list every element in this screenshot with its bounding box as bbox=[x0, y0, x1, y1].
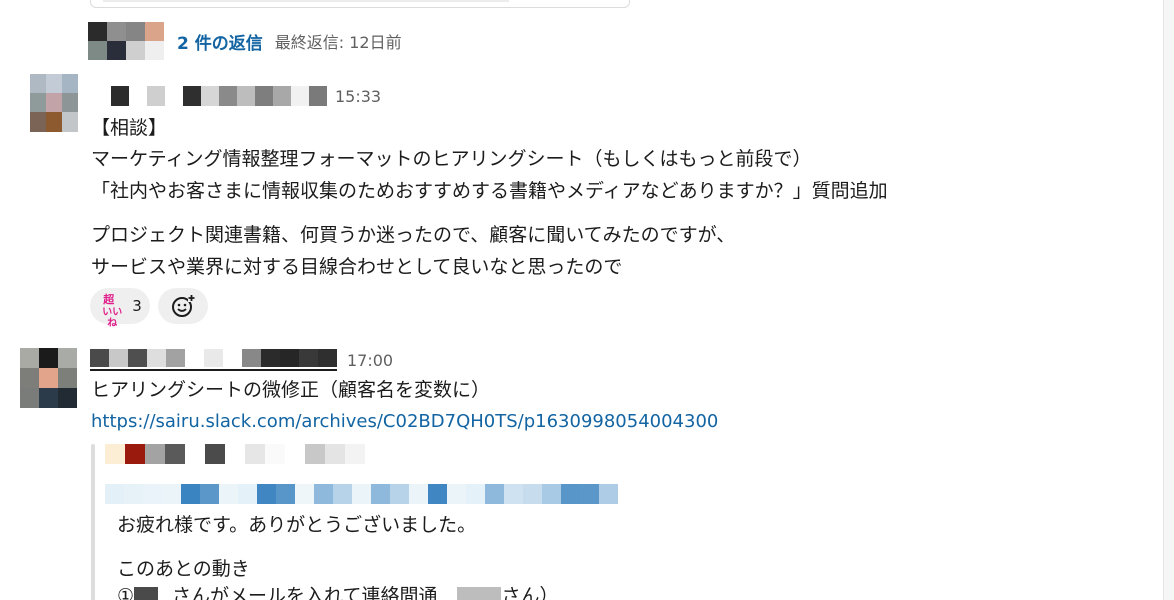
message-timestamp[interactable]: 15:33 bbox=[335, 87, 381, 106]
slack-message-pane: 2 件の返信 最終返信: 12日前 15:33 【相談】 マーケティング情報整理… bbox=[0, 0, 1174, 600]
quoted-text-line: このあとの動き bbox=[117, 558, 250, 580]
message-header: 17:00 bbox=[90, 348, 393, 372]
message-header: 15:33 bbox=[93, 84, 381, 108]
sender-name[interactable] bbox=[90, 349, 337, 371]
message-timestamp[interactable]: 17:00 bbox=[347, 351, 393, 370]
message-text-line: サービスや業界に対する目線合わせとして良いなと思ったので bbox=[91, 256, 623, 278]
thread-reply-count-link[interactable]: 2 件の返信 bbox=[177, 29, 263, 54]
quoted-sender-name[interactable] bbox=[105, 444, 365, 464]
cho-iine-emoji-icon: 超 いいね bbox=[102, 293, 123, 329]
message-text-line: マーケティング情報整理フォーマットのヒアリングシート（もしくはもっと前段で） bbox=[91, 148, 812, 170]
last-reply-time: 最終返信: 12日前 bbox=[274, 33, 402, 52]
reaction-pill[interactable]: 超 いいね 3 bbox=[90, 288, 150, 329]
message-text-line: 【相談】 bbox=[91, 117, 168, 139]
scrollbar[interactable] bbox=[1163, 0, 1174, 600]
add-reaction-icon bbox=[172, 295, 195, 317]
quote-bar bbox=[91, 444, 95, 600]
redacted-name bbox=[457, 586, 502, 600]
reply-avatar bbox=[126, 22, 164, 60]
reaction-count: 3 bbox=[132, 297, 142, 315]
quoted-meta[interactable] bbox=[105, 484, 618, 504]
message-text-line: ヒアリングシートの微修正（顧客名を変数に） bbox=[91, 379, 491, 401]
thread-replies-bar[interactable]: 2 件の返信 最終返信: 12日前 bbox=[88, 22, 402, 60]
message-link[interactable]: https://sairu.slack.com/archives/C02BD7Q… bbox=[91, 410, 718, 434]
quoted-text-line: ① さんがメールを入れて連絡間通 さん） bbox=[117, 584, 559, 600]
message-text-line: プロジェクト関連書籍、何買うか迷ったので、顧客に聞いてみたのですが、 bbox=[91, 224, 736, 246]
add-reaction-button[interactable] bbox=[158, 288, 208, 324]
sender-name[interactable] bbox=[93, 86, 327, 106]
reply-avatar bbox=[88, 22, 126, 60]
redacted-name bbox=[134, 586, 159, 600]
previous-attachment-card[interactable] bbox=[90, 0, 630, 8]
thread-reply-avatars[interactable] bbox=[88, 22, 164, 60]
avatar[interactable] bbox=[30, 74, 78, 132]
quoted-text-line: お疲れ様です。ありがとうございました。 bbox=[117, 514, 477, 536]
attachment-shade bbox=[103, 0, 509, 2]
avatar[interactable] bbox=[20, 348, 77, 408]
message-text-line: 「社内やお客さまに情報収集のためおすすめする書籍やメディアなどありますか？」質問… bbox=[91, 180, 888, 202]
